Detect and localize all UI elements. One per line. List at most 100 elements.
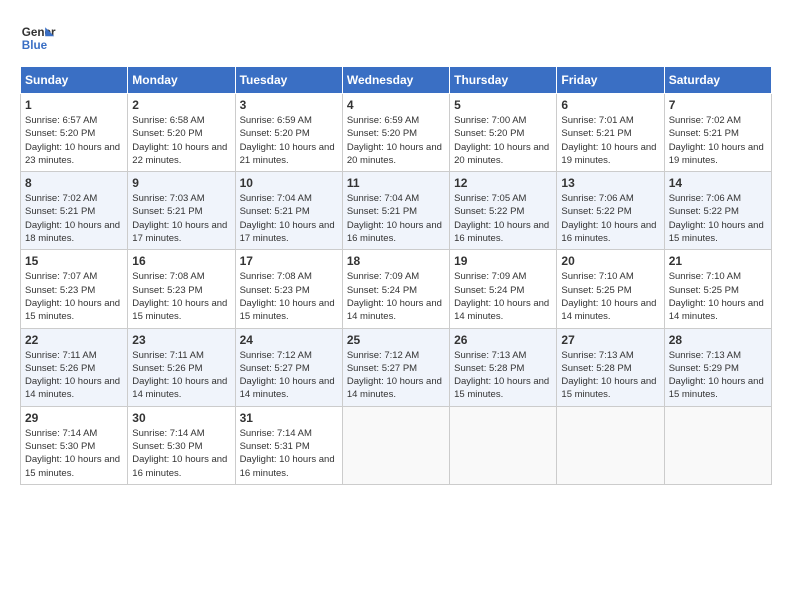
calendar-day-cell: 2 Sunrise: 6:58 AMSunset: 5:20 PMDayligh… bbox=[128, 94, 235, 172]
weekday-header-thursday: Thursday bbox=[450, 67, 557, 94]
day-number: 8 bbox=[25, 176, 123, 190]
calendar-day-cell bbox=[557, 406, 664, 484]
calendar-day-cell: 25 Sunrise: 7:12 AMSunset: 5:27 PMDaylig… bbox=[342, 328, 449, 406]
day-info: Sunrise: 7:01 AMSunset: 5:21 PMDaylight:… bbox=[561, 115, 656, 166]
calendar-day-cell: 14 Sunrise: 7:06 AMSunset: 5:22 PMDaylig… bbox=[664, 172, 771, 250]
day-number: 18 bbox=[347, 254, 445, 268]
calendar-day-cell: 5 Sunrise: 7:00 AMSunset: 5:20 PMDayligh… bbox=[450, 94, 557, 172]
calendar-day-cell: 17 Sunrise: 7:08 AMSunset: 5:23 PMDaylig… bbox=[235, 250, 342, 328]
weekday-header-sunday: Sunday bbox=[21, 67, 128, 94]
day-number: 28 bbox=[669, 333, 767, 347]
day-info: Sunrise: 7:06 AMSunset: 5:22 PMDaylight:… bbox=[561, 193, 656, 244]
day-info: Sunrise: 7:13 AMSunset: 5:29 PMDaylight:… bbox=[669, 350, 764, 401]
weekday-header-tuesday: Tuesday bbox=[235, 67, 342, 94]
day-number: 19 bbox=[454, 254, 552, 268]
day-number: 31 bbox=[240, 411, 338, 425]
day-info: Sunrise: 7:04 AMSunset: 5:21 PMDaylight:… bbox=[347, 193, 442, 244]
day-number: 22 bbox=[25, 333, 123, 347]
day-number: 21 bbox=[669, 254, 767, 268]
day-number: 12 bbox=[454, 176, 552, 190]
day-info: Sunrise: 7:09 AMSunset: 5:24 PMDaylight:… bbox=[347, 271, 442, 322]
day-info: Sunrise: 7:09 AMSunset: 5:24 PMDaylight:… bbox=[454, 271, 549, 322]
day-info: Sunrise: 7:13 AMSunset: 5:28 PMDaylight:… bbox=[561, 350, 656, 401]
calendar-week-row: 22 Sunrise: 7:11 AMSunset: 5:26 PMDaylig… bbox=[21, 328, 772, 406]
day-number: 13 bbox=[561, 176, 659, 190]
day-info: Sunrise: 6:57 AMSunset: 5:20 PMDaylight:… bbox=[25, 115, 120, 166]
day-info: Sunrise: 7:14 AMSunset: 5:30 PMDaylight:… bbox=[132, 428, 227, 479]
day-number: 3 bbox=[240, 98, 338, 112]
day-info: Sunrise: 7:13 AMSunset: 5:28 PMDaylight:… bbox=[454, 350, 549, 401]
day-info: Sunrise: 7:03 AMSunset: 5:21 PMDaylight:… bbox=[132, 193, 227, 244]
svg-text:General: General bbox=[22, 26, 56, 39]
day-number: 27 bbox=[561, 333, 659, 347]
calendar-day-cell: 6 Sunrise: 7:01 AMSunset: 5:21 PMDayligh… bbox=[557, 94, 664, 172]
day-number: 10 bbox=[240, 176, 338, 190]
day-info: Sunrise: 7:11 AMSunset: 5:26 PMDaylight:… bbox=[132, 350, 227, 401]
calendar-table: SundayMondayTuesdayWednesdayThursdayFrid… bbox=[20, 66, 772, 485]
day-number: 15 bbox=[25, 254, 123, 268]
day-number: 7 bbox=[669, 98, 767, 112]
calendar-week-row: 29 Sunrise: 7:14 AMSunset: 5:30 PMDaylig… bbox=[21, 406, 772, 484]
day-number: 14 bbox=[669, 176, 767, 190]
day-number: 16 bbox=[132, 254, 230, 268]
day-info: Sunrise: 7:08 AMSunset: 5:23 PMDaylight:… bbox=[240, 271, 335, 322]
day-info: Sunrise: 7:11 AMSunset: 5:26 PMDaylight:… bbox=[25, 350, 120, 401]
calendar-day-cell: 3 Sunrise: 6:59 AMSunset: 5:20 PMDayligh… bbox=[235, 94, 342, 172]
day-info: Sunrise: 7:10 AMSunset: 5:25 PMDaylight:… bbox=[669, 271, 764, 322]
weekday-header-wednesday: Wednesday bbox=[342, 67, 449, 94]
calendar-day-cell: 19 Sunrise: 7:09 AMSunset: 5:24 PMDaylig… bbox=[450, 250, 557, 328]
calendar-day-cell: 13 Sunrise: 7:06 AMSunset: 5:22 PMDaylig… bbox=[557, 172, 664, 250]
calendar-day-cell: 26 Sunrise: 7:13 AMSunset: 5:28 PMDaylig… bbox=[450, 328, 557, 406]
calendar-day-cell: 11 Sunrise: 7:04 AMSunset: 5:21 PMDaylig… bbox=[342, 172, 449, 250]
day-info: Sunrise: 6:58 AMSunset: 5:20 PMDaylight:… bbox=[132, 115, 227, 166]
calendar-day-cell: 21 Sunrise: 7:10 AMSunset: 5:25 PMDaylig… bbox=[664, 250, 771, 328]
calendar-day-cell: 15 Sunrise: 7:07 AMSunset: 5:23 PMDaylig… bbox=[21, 250, 128, 328]
calendar-day-cell: 8 Sunrise: 7:02 AMSunset: 5:21 PMDayligh… bbox=[21, 172, 128, 250]
day-number: 20 bbox=[561, 254, 659, 268]
day-number: 29 bbox=[25, 411, 123, 425]
calendar-day-cell bbox=[664, 406, 771, 484]
day-number: 30 bbox=[132, 411, 230, 425]
day-number: 5 bbox=[454, 98, 552, 112]
day-number: 25 bbox=[347, 333, 445, 347]
calendar-day-cell: 22 Sunrise: 7:11 AMSunset: 5:26 PMDaylig… bbox=[21, 328, 128, 406]
day-number: 17 bbox=[240, 254, 338, 268]
calendar-day-cell: 20 Sunrise: 7:10 AMSunset: 5:25 PMDaylig… bbox=[557, 250, 664, 328]
day-info: Sunrise: 7:05 AMSunset: 5:22 PMDaylight:… bbox=[454, 193, 549, 244]
day-info: Sunrise: 6:59 AMSunset: 5:20 PMDaylight:… bbox=[347, 115, 442, 166]
calendar-day-cell: 30 Sunrise: 7:14 AMSunset: 5:30 PMDaylig… bbox=[128, 406, 235, 484]
calendar-day-cell: 29 Sunrise: 7:14 AMSunset: 5:30 PMDaylig… bbox=[21, 406, 128, 484]
day-info: Sunrise: 7:14 AMSunset: 5:30 PMDaylight:… bbox=[25, 428, 120, 479]
weekday-header-friday: Friday bbox=[557, 67, 664, 94]
calendar-day-cell: 27 Sunrise: 7:13 AMSunset: 5:28 PMDaylig… bbox=[557, 328, 664, 406]
calendar-day-cell bbox=[342, 406, 449, 484]
day-number: 26 bbox=[454, 333, 552, 347]
day-number: 1 bbox=[25, 98, 123, 112]
logo-icon: General Blue bbox=[20, 20, 56, 56]
calendar-week-row: 15 Sunrise: 7:07 AMSunset: 5:23 PMDaylig… bbox=[21, 250, 772, 328]
day-info: Sunrise: 7:02 AMSunset: 5:21 PMDaylight:… bbox=[25, 193, 120, 244]
day-info: Sunrise: 7:04 AMSunset: 5:21 PMDaylight:… bbox=[240, 193, 335, 244]
day-number: 2 bbox=[132, 98, 230, 112]
day-info: Sunrise: 7:14 AMSunset: 5:31 PMDaylight:… bbox=[240, 428, 335, 479]
calendar-day-cell: 16 Sunrise: 7:08 AMSunset: 5:23 PMDaylig… bbox=[128, 250, 235, 328]
day-info: Sunrise: 7:07 AMSunset: 5:23 PMDaylight:… bbox=[25, 271, 120, 322]
day-info: Sunrise: 7:10 AMSunset: 5:25 PMDaylight:… bbox=[561, 271, 656, 322]
calendar-day-cell: 1 Sunrise: 6:57 AMSunset: 5:20 PMDayligh… bbox=[21, 94, 128, 172]
weekday-header-saturday: Saturday bbox=[664, 67, 771, 94]
calendar-day-cell: 7 Sunrise: 7:02 AMSunset: 5:21 PMDayligh… bbox=[664, 94, 771, 172]
calendar-day-cell: 10 Sunrise: 7:04 AMSunset: 5:21 PMDaylig… bbox=[235, 172, 342, 250]
calendar-day-cell: 24 Sunrise: 7:12 AMSunset: 5:27 PMDaylig… bbox=[235, 328, 342, 406]
calendar-header-row: SundayMondayTuesdayWednesdayThursdayFrid… bbox=[21, 67, 772, 94]
page-header: General Blue bbox=[20, 20, 772, 56]
calendar-day-cell: 12 Sunrise: 7:05 AMSunset: 5:22 PMDaylig… bbox=[450, 172, 557, 250]
calendar-day-cell: 9 Sunrise: 7:03 AMSunset: 5:21 PMDayligh… bbox=[128, 172, 235, 250]
day-number: 4 bbox=[347, 98, 445, 112]
calendar-body: 1 Sunrise: 6:57 AMSunset: 5:20 PMDayligh… bbox=[21, 94, 772, 485]
calendar-day-cell: 28 Sunrise: 7:13 AMSunset: 5:29 PMDaylig… bbox=[664, 328, 771, 406]
calendar-day-cell: 18 Sunrise: 7:09 AMSunset: 5:24 PMDaylig… bbox=[342, 250, 449, 328]
day-number: 11 bbox=[347, 176, 445, 190]
svg-text:Blue: Blue bbox=[22, 39, 48, 52]
day-info: Sunrise: 7:06 AMSunset: 5:22 PMDaylight:… bbox=[669, 193, 764, 244]
calendar-week-row: 8 Sunrise: 7:02 AMSunset: 5:21 PMDayligh… bbox=[21, 172, 772, 250]
